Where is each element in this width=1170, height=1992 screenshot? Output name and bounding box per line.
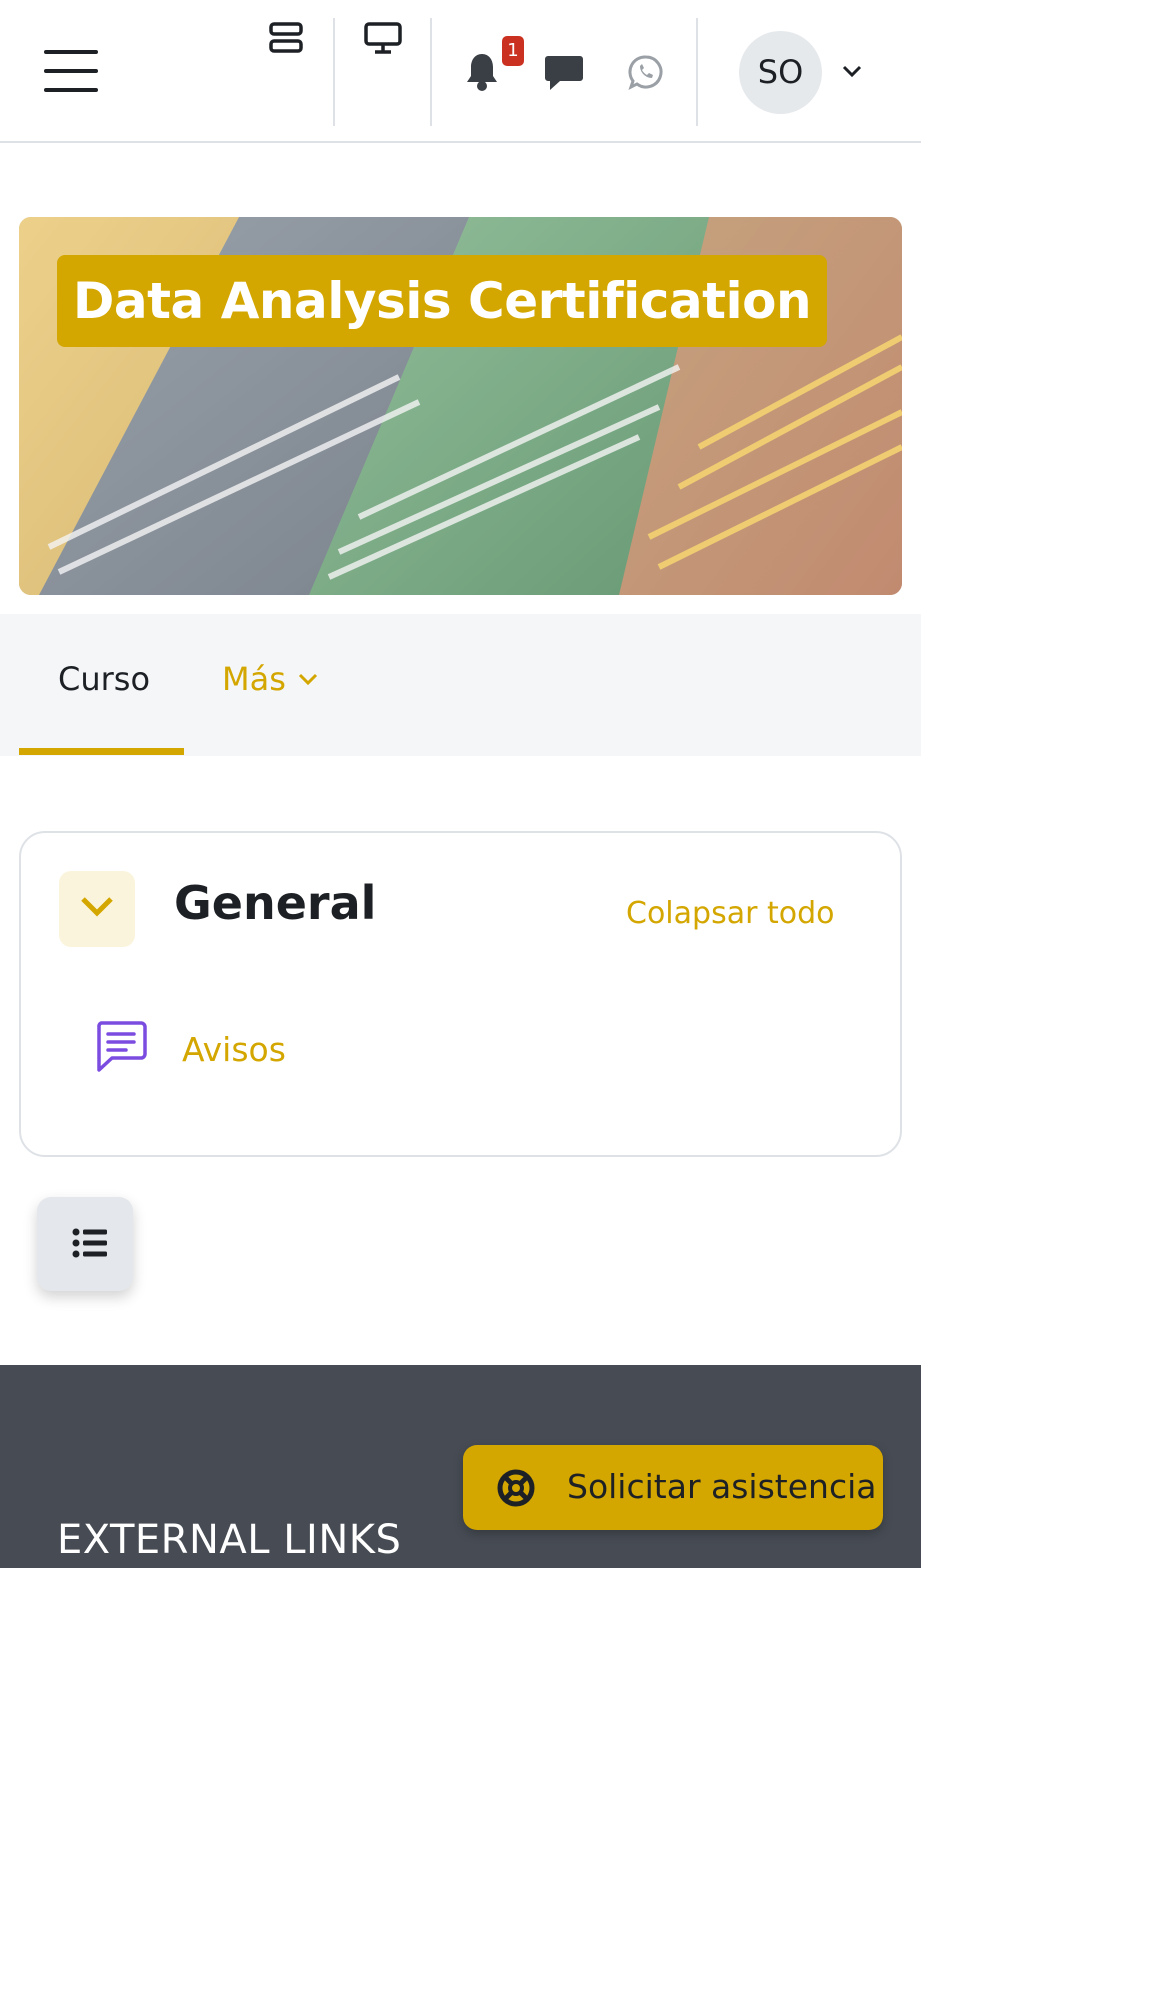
activity-link-avisos[interactable]: Avisos [182, 1030, 286, 1069]
course-index-toggle-button[interactable] [37, 1197, 133, 1291]
navbar-divider [333, 18, 335, 126]
course-section-card [19, 831, 902, 1157]
section-collapse-button[interactable] [59, 871, 135, 947]
collapse-all-link[interactable]: Colapsar todo [626, 896, 834, 931]
forum-icon [97, 1021, 147, 1072]
notification-count-badge: 1 [502, 36, 524, 66]
chevron-down-icon[interactable] [841, 64, 863, 78]
tab-mas[interactable]: Más [222, 660, 286, 698]
life-ring-icon [497, 1469, 535, 1507]
course-title: Data Analysis Certification [57, 255, 827, 347]
footer-heading: EXTERNAL LINKS [57, 1517, 402, 1563]
tab-curso-label[interactable]: Curso [58, 660, 150, 698]
section-title: General [174, 876, 377, 930]
navbar-divider [430, 18, 432, 126]
bell-icon[interactable] [464, 52, 500, 92]
menu-icon[interactable] [44, 50, 98, 92]
whatsapp-icon[interactable] [628, 54, 664, 90]
layout-rows-icon[interactable] [268, 22, 304, 54]
chevron-down-icon [81, 897, 113, 917]
active-tab-indicator [19, 748, 184, 755]
chevron-down-icon[interactable] [297, 672, 319, 686]
request-assistance-label[interactable]: Solicitar asistencia [567, 1467, 876, 1506]
chat-icon[interactable] [544, 54, 584, 92]
list-icon [72, 1228, 107, 1258]
navbar-divider [696, 18, 698, 126]
monitor-icon[interactable] [364, 22, 402, 54]
user-avatar[interactable]: SO [739, 31, 822, 114]
